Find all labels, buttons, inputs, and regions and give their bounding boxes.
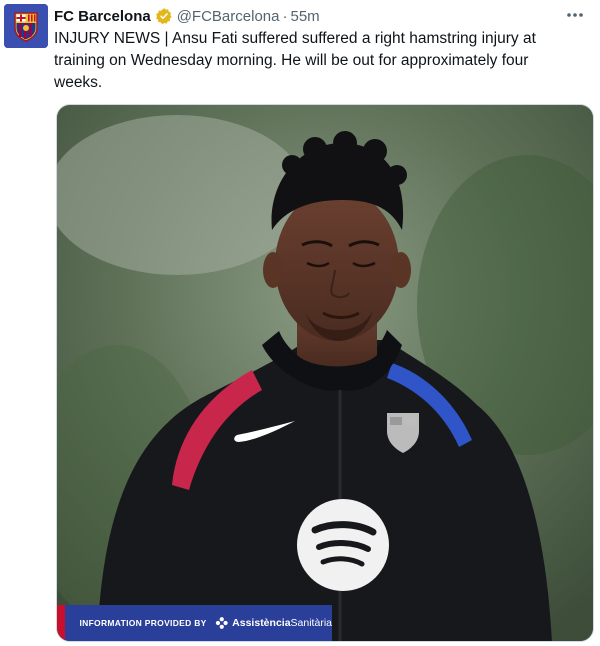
medical-cross-icon (215, 617, 228, 629)
fc-barcelona-crest-icon (4, 4, 48, 48)
more-options-icon (567, 13, 583, 17)
tweet-text: INJURY NEWS | Ansu Fati suffered suffere… (54, 30, 536, 91)
banner-brand: AssistènciaSanitària (232, 617, 332, 629)
avatar[interactable] (4, 4, 48, 48)
tweet-header: FC Barcelona @FCBarcelona · 55m (54, 6, 320, 26)
more-options-button[interactable] (564, 4, 586, 26)
author-name[interactable]: FC Barcelona (54, 8, 151, 25)
info-banner: INFORMATION PROVIDED BY AssistènciaSanit… (57, 605, 332, 641)
banner-label: INFORMATION PROVIDED BY (79, 618, 207, 628)
tweet-media-image[interactable]: INFORMATION PROVIDED BY AssistènciaSanit… (56, 104, 594, 642)
player-photo (57, 105, 593, 641)
separator-dot: · (282, 7, 288, 25)
banner-red-stripe (57, 605, 66, 641)
banner-brand-light: Sanitària (290, 617, 332, 629)
banner-brand-bold: Assistència (232, 617, 291, 629)
tweet: FC Barcelona @FCBarcelona · 55m INJURY N… (0, 0, 600, 646)
tweet-timestamp[interactable]: 55m (290, 8, 319, 25)
author-handle[interactable]: @FCBarcelona (177, 8, 280, 25)
verified-badge-icon (155, 8, 172, 25)
